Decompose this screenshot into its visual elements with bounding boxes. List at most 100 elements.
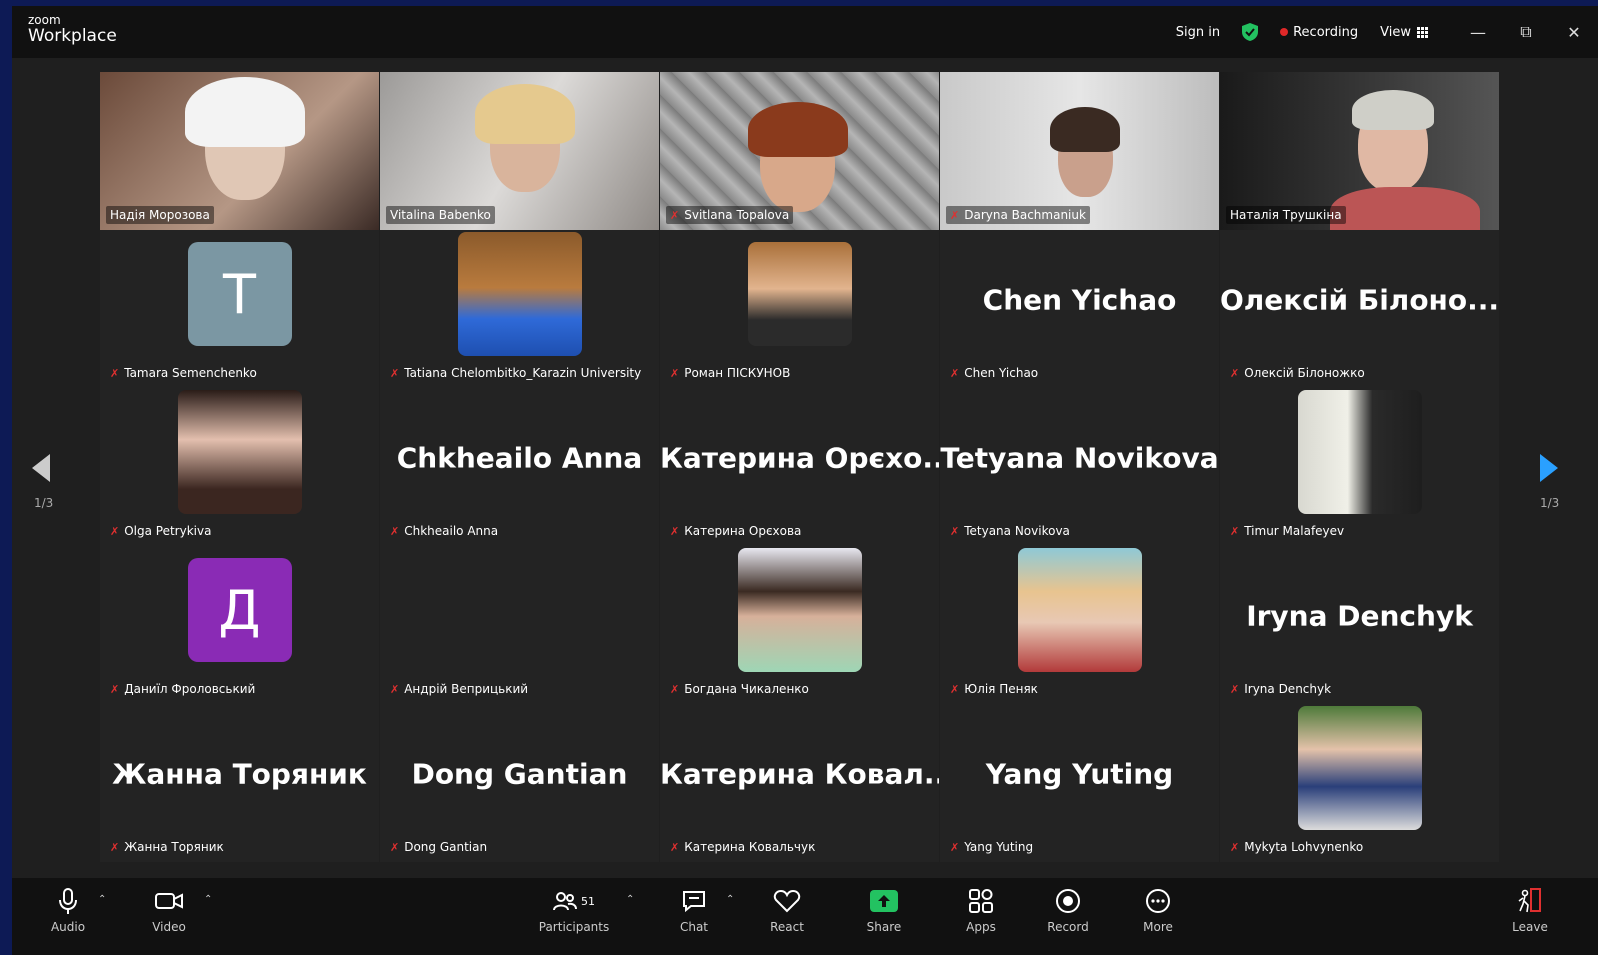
participant-tile[interactable]: Д ✗ Даниїл Фроловський (100, 546, 379, 704)
participant-name-tag: ✗ Svitlana Topalova (666, 206, 794, 224)
chat-button[interactable]: Chat (654, 886, 734, 934)
mic-off-icon: ✗ (670, 840, 680, 854)
participant-display-name: Chkheailo Anna (396, 441, 643, 475)
participant-tile[interactable]: Жанна Торяник ✗ Жанна Торяник (100, 704, 379, 862)
participant-display-name: Жанна Торяник (112, 757, 367, 791)
shield-check-icon[interactable] (1242, 23, 1259, 41)
participant-name-tag: ✗ Timur Malafeyev (1230, 524, 1345, 538)
participant-name-tag: ✗ Dong Gantian (390, 840, 488, 854)
active-speaker-video-tile[interactable]: Наталія Трушкіна (1220, 72, 1499, 230)
recording-indicator[interactable]: Recording (1280, 25, 1358, 40)
participant-name-tag: ✗ Жанна Торяник (110, 840, 224, 854)
leave-button[interactable]: Leave (1490, 886, 1570, 934)
participant-tile[interactable]: Dong Gantian ✗ Dong Gantian (380, 704, 659, 862)
avatar (177, 390, 302, 514)
participant-display-name: Dong Gantian (411, 757, 628, 791)
share-arrow-icon (870, 890, 898, 912)
record-icon (1055, 886, 1081, 916)
video-tile[interactable]: Vitalina Babenko (380, 72, 659, 230)
apps-icon (968, 886, 994, 916)
sign-in-button[interactable]: Sign in (1176, 25, 1220, 40)
ellipsis-icon (1145, 886, 1171, 916)
mic-off-icon: ✗ (670, 682, 680, 696)
participant-name-tag: ✗ Андрій Веприцький (390, 682, 529, 696)
participant-name-tag: Наталія Трушкіна (1226, 206, 1346, 224)
participant-name-tag: ✗ Daryna Bachmaniuk (946, 206, 1090, 224)
mic-off-icon: ✗ (670, 524, 680, 538)
grid-view-icon (1417, 26, 1428, 38)
participant-tile[interactable]: Yang Yuting ✗ Yang Yuting (940, 704, 1219, 862)
participant-tile[interactable]: Олексій Білоно... ✗ Олексій Білоножко (1220, 230, 1499, 388)
more-button[interactable]: More (1118, 886, 1198, 934)
participant-tile[interactable]: ✗ Timur Malafeyev (1220, 388, 1499, 546)
participant-tile[interactable]: Chkheailo Anna ✗ Chkheailo Anna (380, 388, 659, 546)
participant-tile[interactable]: Катерина Орєхо... ✗ Катерина Орєхова (660, 388, 939, 546)
participant-name-tag: ✗ Olga Petrykiva (110, 524, 212, 538)
gallery-view: Надія Морозова Vitalina Babenko ✗ Svitlan… (100, 72, 1500, 866)
participant-name-tag: ✗ Tatiana Chelombitko_Karazin University (390, 366, 642, 380)
participants-count: 51 (581, 894, 595, 908)
page-indicator-left: 1/3 (34, 496, 54, 510)
participants-options-caret-icon[interactable]: ⌃ (626, 894, 634, 905)
participant-name-tag: ✗ Катерина Орєхова (670, 524, 802, 538)
video-tile[interactable]: Надія Морозова (100, 72, 379, 230)
restore-button[interactable]: ⧉ (1502, 6, 1550, 58)
participant-tile[interactable]: Tetyana Novikova ✗ Tetyana Novikova (940, 388, 1219, 546)
mic-off-icon: ✗ (110, 366, 120, 380)
participant-tile[interactable]: Chen Yichao ✗ Chen Yichao (940, 230, 1219, 388)
participant-tile[interactable]: ✗ Юлія Пеняк (940, 546, 1219, 704)
chat-options-caret-icon[interactable]: ⌃ (726, 894, 734, 905)
participant-display-name: Олексій Білоно... (1220, 283, 1499, 317)
mic-off-icon: ✗ (1230, 840, 1240, 854)
participant-tile[interactable]: Iryna Denchyk ✗ Iryna Denchyk (1220, 546, 1499, 704)
participant-tile[interactable]: ✗ Tatiana Chelombitko_Karazin University (380, 230, 659, 388)
video-button[interactable]: Video (129, 886, 209, 934)
mic-off-icon: ✗ (670, 208, 680, 222)
next-page-arrow-icon[interactable] (1540, 454, 1558, 482)
react-button[interactable]: React (747, 886, 827, 934)
mic-off-icon: ✗ (1230, 682, 1240, 696)
mic-off-icon: ✗ (950, 840, 960, 854)
participant-name-tag: ✗ Даниїл Фроловський (110, 682, 256, 696)
participant-name-tag: ✗ Yang Yuting (950, 840, 1034, 854)
participant-tile[interactable]: ✗ Роман ПІСКУНОВ (660, 230, 939, 388)
audio-button[interactable]: Audio (28, 886, 108, 934)
mic-off-icon: ✗ (390, 524, 400, 538)
participant-tile[interactable]: ✗ Богдана Чикаленко (660, 546, 939, 704)
video-tile[interactable]: ✗ Daryna Bachmaniuk (940, 72, 1219, 230)
mic-off-icon: ✗ (950, 208, 960, 222)
zoom-window: zoom Workplace Sign in Recording View — … (12, 6, 1598, 955)
participant-tile[interactable]: ✗ Андрій Веприцький (380, 546, 659, 704)
mic-off-icon: ✗ (390, 366, 400, 380)
avatar (1297, 706, 1422, 830)
participant-name-tag: ✗ Юлія Пеняк (950, 682, 1038, 696)
video-options-caret-icon[interactable]: ⌃ (204, 894, 212, 905)
close-button[interactable]: ✕ (1550, 6, 1598, 58)
logo-zoom: zoom (28, 13, 61, 27)
mic-off-icon: ✗ (1230, 524, 1240, 538)
participant-display-name: Yang Yuting (985, 757, 1174, 791)
participant-name-tag: ✗ Катерина Ковальчук (670, 840, 816, 854)
avatar (1297, 390, 1422, 514)
video-tile[interactable]: ✗ Svitlana Topalova (660, 72, 939, 230)
recording-label: Recording (1293, 24, 1359, 40)
view-button[interactable]: View (1380, 25, 1428, 40)
participant-name-tag: ✗ Tamara Semenchenko (110, 366, 257, 380)
participant-tile[interactable]: T ✗ Tamara Semenchenko (100, 230, 379, 388)
participant-tile[interactable]: ✗ Mykyta Lohvynenko (1220, 704, 1499, 862)
avatar (737, 548, 862, 672)
participant-tile[interactable]: ✗ Olga Petrykiva (100, 388, 379, 546)
avatar: Д (187, 558, 292, 662)
share-screen-button[interactable]: Share (844, 886, 924, 934)
audio-options-caret-icon[interactable]: ⌃ (98, 894, 106, 905)
minimize-button[interactable]: — (1454, 6, 1502, 58)
previous-page-arrow-icon[interactable] (32, 454, 50, 482)
participant-tile[interactable]: Катерина Ковал... ✗ Катерина Ковальчук (660, 704, 939, 862)
participants-button[interactable]: 51 Participants (534, 886, 614, 934)
mic-off-icon: ✗ (670, 366, 680, 380)
participant-name-tag: Надія Морозова (106, 206, 214, 224)
apps-button[interactable]: Apps (941, 886, 1021, 934)
record-button[interactable]: Record (1028, 886, 1108, 934)
participant-name-tag: ✗ Роман ПІСКУНОВ (670, 366, 791, 380)
mic-off-icon: ✗ (1230, 366, 1240, 380)
